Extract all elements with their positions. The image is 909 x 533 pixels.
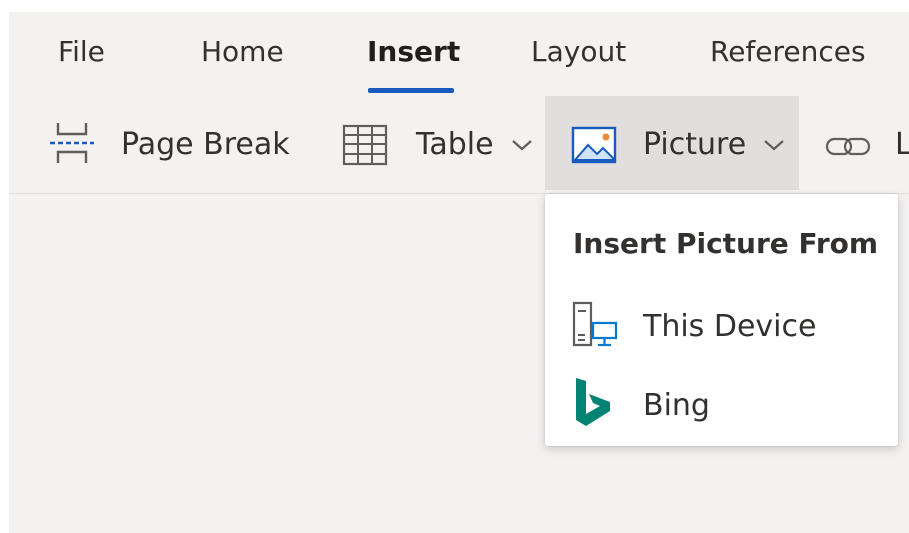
tab-layout[interactable]: Layout — [531, 30, 626, 74]
chevron-down-icon — [512, 140, 532, 151]
link-label: L — [895, 127, 909, 162]
link-icon — [825, 137, 871, 156]
insert-picture-menu: Insert Picture From This Device Bing — [545, 194, 898, 446]
device-icon — [572, 301, 618, 347]
menu-item-this-device[interactable]: This Device — [545, 291, 898, 363]
link-button[interactable]: L — [817, 96, 909, 190]
picture-button[interactable]: Picture — [545, 96, 799, 190]
picture-label: Picture — [643, 127, 747, 162]
picture-icon — [571, 126, 617, 164]
tab-file[interactable]: File — [58, 30, 105, 74]
active-tab-indicator — [368, 88, 454, 93]
menu-header: Insert Picture From — [573, 227, 879, 260]
tab-insert[interactable]: Insert — [367, 30, 460, 74]
table-label: Table — [416, 127, 494, 162]
table-button[interactable]: Table — [329, 96, 543, 190]
menu-item-label: This Device — [643, 309, 817, 344]
menu-item-label: Bing — [643, 388, 710, 423]
tab-home[interactable]: Home — [201, 30, 284, 74]
table-icon — [342, 124, 388, 166]
menu-item-bing[interactable]: Bing — [545, 370, 898, 442]
ribbon: File Home Insert Layout References Page … — [9, 12, 909, 194]
page-break-button[interactable]: Page Break — [39, 96, 301, 190]
chevron-down-icon — [764, 140, 784, 151]
bing-icon — [576, 378, 610, 426]
word-window: File Home Insert Layout References Page … — [9, 12, 909, 533]
page-break-icon — [50, 123, 94, 163]
page-break-label: Page Break — [121, 127, 290, 162]
tab-references[interactable]: References — [710, 30, 866, 74]
